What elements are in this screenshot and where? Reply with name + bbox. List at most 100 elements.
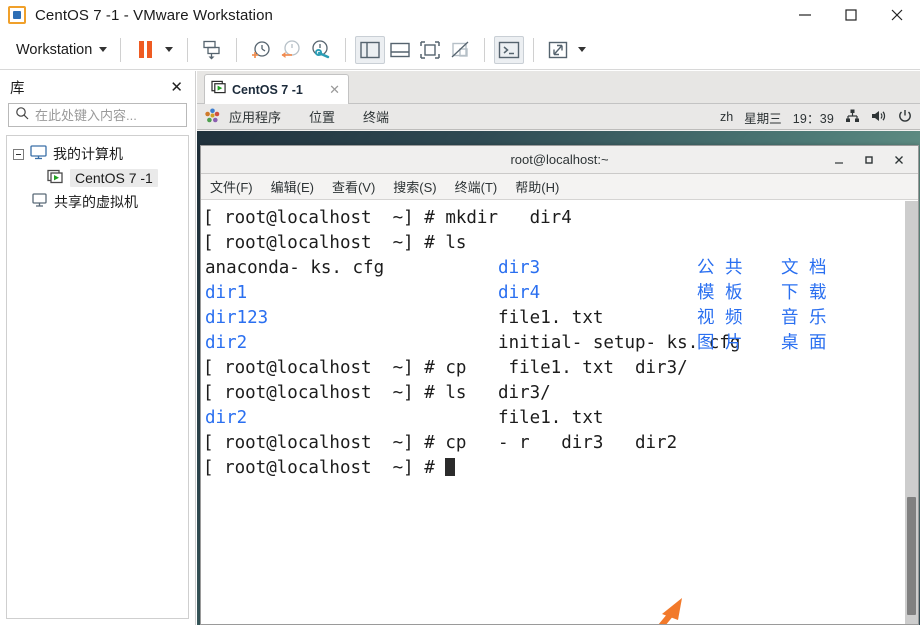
terminal-ls-entry: 桌 面 bbox=[781, 333, 827, 353]
snapshot-manager-icon[interactable] bbox=[306, 36, 336, 64]
terminal-ls-entry: anaconda- ks. cfg bbox=[205, 258, 385, 278]
console-view-icon[interactable] bbox=[494, 35, 525, 64]
menu-terminal[interactable]: 终端(T) bbox=[452, 176, 501, 197]
terminal-text: [ root@localhost ~] # mkdir dir4 bbox=[203, 208, 572, 228]
terminal-text: [ root@localhost ~] # ls bbox=[203, 233, 467, 253]
terminal-ls-entry: 模 板 bbox=[697, 283, 743, 303]
minimize-icon[interactable] bbox=[824, 146, 854, 174]
tab-label: CentOS 7 -1 bbox=[232, 82, 303, 97]
window-title-bar: CentOS 7 -1 - VMware Workstation bbox=[0, 0, 920, 30]
tree-item-centos-vm[interactable]: CentOS 7 -1 bbox=[7, 166, 188, 190]
library-title: 库 bbox=[10, 80, 25, 97]
terminal-ls-entry: 图 片 bbox=[697, 333, 743, 353]
menu-view[interactable]: 查看(V) bbox=[329, 176, 378, 197]
library-tree: 我的计算机 CentOS 7 -1 共享的虚拟机 bbox=[6, 135, 189, 619]
vm-tab-strip: CentOS 7 -1 ✕ bbox=[197, 71, 920, 104]
show-library-icon[interactable] bbox=[355, 35, 386, 64]
vm-pane: CentOS 7 -1 ✕ 应用程序 位置 终端 zh 星期三 19：39 ro… bbox=[197, 71, 920, 625]
terminal-text: [ root@localhost ~] # bbox=[203, 458, 446, 478]
pause-icon[interactable] bbox=[130, 36, 160, 64]
close-icon[interactable] bbox=[884, 146, 914, 174]
close-icon[interactable]: ✕ bbox=[327, 83, 342, 96]
terminal-line: [ root@localhost ~] # ls bbox=[203, 231, 918, 256]
tree-item-label: 我的计算机 bbox=[53, 146, 123, 162]
terminal-window: root@localhost:~ 文件(F) 编辑(E) 查看(V) 搜索(S)… bbox=[200, 145, 919, 625]
vertical-scrollbar[interactable] bbox=[905, 201, 918, 624]
virtual-machine-icon bbox=[211, 80, 227, 99]
clock-label[interactable]: 19：39 bbox=[793, 108, 834, 127]
terminal-cursor bbox=[445, 458, 456, 476]
terminal-text: [ root@localhost ~] # cp - r dir3 dir2 bbox=[203, 433, 678, 453]
gnome-terminal-menu[interactable]: 终端 bbox=[360, 107, 392, 126]
vmware-logo-icon bbox=[8, 6, 26, 24]
library-sidebar: 库 ✕ 在此处键入内容... 我的计算机 CentOS 7 -1 共享的虚拟机 bbox=[0, 71, 225, 625]
main-toolbar: Workstation bbox=[0, 30, 920, 70]
terminal-ls-entry: dir2 bbox=[205, 408, 248, 428]
monitor-icon bbox=[30, 145, 47, 163]
close-icon[interactable] bbox=[874, 0, 920, 30]
scrollbar-thumb[interactable] bbox=[907, 497, 916, 615]
power-icon[interactable] bbox=[898, 109, 912, 126]
search-icon bbox=[15, 106, 29, 125]
tree-item-shared-vms[interactable]: 共享的虚拟机 bbox=[7, 190, 188, 214]
menu-edit[interactable]: 编辑(E) bbox=[268, 176, 317, 197]
menu-file[interactable]: 文件(F) bbox=[207, 176, 256, 197]
toolbar-divider bbox=[120, 37, 122, 62]
enter-fullscreen-icon[interactable] bbox=[415, 36, 445, 64]
library-header: 库 ✕ bbox=[0, 71, 195, 103]
terminal-title: root@localhost:~ bbox=[510, 152, 609, 167]
terminal-text: [ root@localhost ~] # cp file1. txt dir3… bbox=[203, 358, 688, 378]
expander-icon[interactable] bbox=[13, 148, 24, 160]
stretch-dropdown-chevron-down-icon[interactable] bbox=[573, 36, 591, 64]
chevron-down-icon bbox=[99, 47, 108, 52]
library-search-box[interactable] bbox=[8, 103, 225, 127]
terminal-ls-entry: 下 载 bbox=[781, 283, 827, 303]
maximize-icon[interactable] bbox=[828, 0, 874, 30]
terminal-ls-entry: dir123 bbox=[205, 308, 269, 328]
send-ctrl-alt-del-icon[interactable] bbox=[197, 36, 227, 64]
shared-vms-icon bbox=[31, 193, 48, 211]
terminal-ls-entry: dir1 bbox=[205, 283, 248, 303]
tree-item-my-computer[interactable]: 我的计算机 bbox=[7, 142, 188, 166]
tree-item-label: 共享的虚拟机 bbox=[54, 194, 138, 210]
terminal-ls-entry: 视 频 bbox=[697, 308, 743, 328]
terminal-ls-entry: file1. txt bbox=[498, 408, 604, 428]
day-label: 星期三 bbox=[744, 111, 782, 126]
volume-icon[interactable] bbox=[871, 109, 887, 126]
toolbar-divider bbox=[533, 37, 535, 62]
maximize-icon[interactable] bbox=[854, 146, 884, 174]
toolbar-divider bbox=[187, 37, 189, 62]
workstation-menu-button[interactable]: Workstation bbox=[12, 39, 111, 61]
terminal-window-controls bbox=[824, 146, 914, 174]
virtual-machine-icon bbox=[47, 169, 64, 187]
keyboard-layout-indicator[interactable]: zh bbox=[720, 110, 733, 124]
terminal-ls-entry: dir2 bbox=[205, 333, 248, 353]
terminal-ls-entry: 音 乐 bbox=[781, 308, 827, 328]
terminal-line: [ root@localhost ~] # bbox=[203, 456, 918, 481]
gnome-applications-icon bbox=[205, 108, 220, 126]
tree-item-label: CentOS 7 -1 bbox=[70, 169, 158, 187]
network-icon[interactable] bbox=[845, 109, 860, 126]
terminal-line: dir2 initial- setup- ks. cfg 图 片桌 面 bbox=[203, 331, 918, 356]
stretch-guest-icon[interactable] bbox=[543, 36, 573, 64]
menu-search[interactable]: 搜索(S) bbox=[390, 176, 439, 197]
tab-centos-7-1[interactable]: CentOS 7 -1 ✕ bbox=[204, 74, 349, 104]
menu-help[interactable]: 帮助(H) bbox=[512, 176, 562, 197]
terminal-output-area[interactable]: [ root@localhost ~] # mkdir dir4 [ root@l… bbox=[201, 200, 918, 624]
search-input[interactable] bbox=[35, 107, 211, 123]
pause-dropdown-chevron-down-icon[interactable] bbox=[160, 36, 178, 64]
terminal-line: anaconda- ks. cfg dir3 公 共 文 档 bbox=[203, 256, 918, 281]
gnome-places-menu[interactable]: 位置 bbox=[306, 107, 338, 126]
toolbar-divider bbox=[484, 37, 486, 62]
gnome-top-panel: 应用程序 位置 终端 zh 星期三 19：39 bbox=[197, 104, 920, 130]
terminal-line: dir123 file1. txt 视 频 音 乐 bbox=[203, 306, 918, 331]
show-thumbnail-bar-icon[interactable] bbox=[385, 36, 415, 64]
unity-mode-icon[interactable] bbox=[445, 36, 475, 64]
close-icon[interactable]: ✕ bbox=[166, 80, 187, 95]
minimize-icon[interactable] bbox=[782, 0, 828, 30]
gnome-applications-menu[interactable]: 应用程序 bbox=[226, 107, 284, 126]
take-snapshot-icon[interactable] bbox=[246, 36, 276, 64]
terminal-title-bar: root@localhost:~ bbox=[201, 146, 918, 174]
workstation-menu-label: Workstation bbox=[16, 41, 93, 58]
revert-snapshot-icon[interactable] bbox=[276, 36, 306, 64]
